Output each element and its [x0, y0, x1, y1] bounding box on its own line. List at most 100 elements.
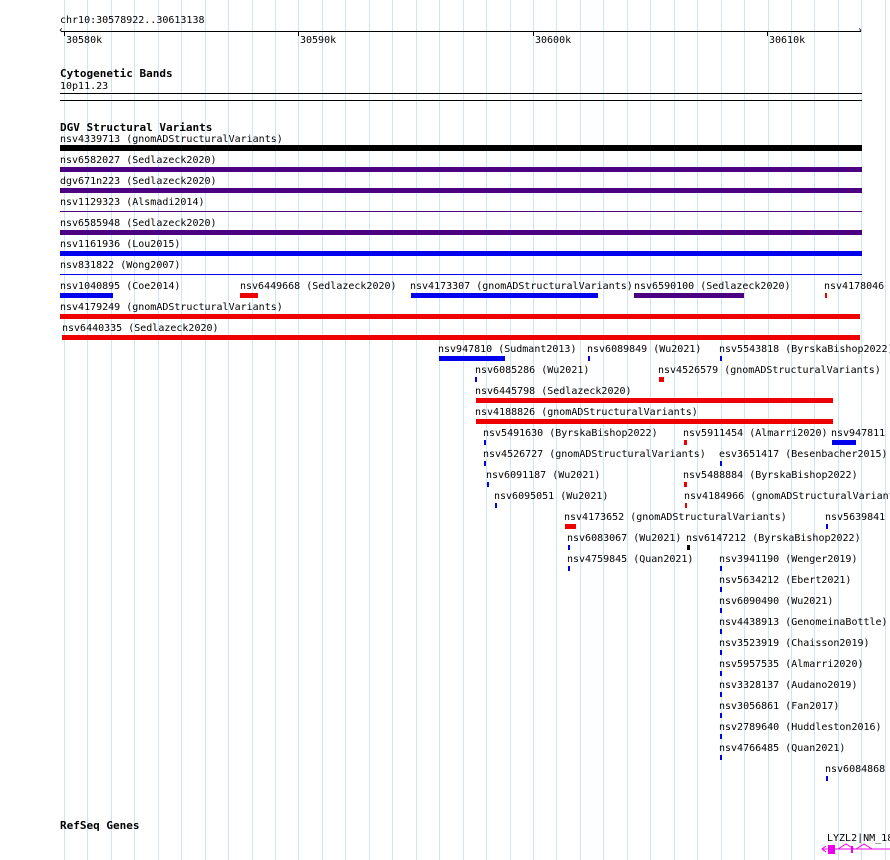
dgv-feature-label[interactable]: nsv5491630 (ByrskaBishop2022): [483, 428, 658, 439]
dgv-feature-glyph[interactable]: [720, 566, 722, 571]
dgv-feature-label[interactable]: nsv1161936 (Lou2015): [60, 239, 180, 250]
dgv-feature-glyph[interactable]: [60, 251, 862, 256]
dgv-feature-label[interactable]: nsv4179249 (gnomADStructuralVariants): [60, 302, 283, 313]
dgv-feature-label[interactable]: nsv1040895 (Coe2014): [60, 281, 180, 292]
dgv-feature-glyph[interactable]: [720, 692, 722, 697]
dgv-feature-glyph[interactable]: [565, 524, 576, 529]
dgv-feature-label[interactable]: nsv5639841: [825, 512, 885, 523]
dgv-feature-glyph[interactable]: [60, 145, 862, 151]
dgv-feature-glyph[interactable]: [659, 377, 664, 382]
dgv-feature-label[interactable]: nsv6085286 (Wu2021): [475, 365, 589, 376]
dgv-feature-label[interactable]: nsv4173652 (gnomADStructuralVariants): [564, 512, 787, 523]
dgv-feature-glyph[interactable]: [411, 293, 598, 298]
dgv-feature-label[interactable]: nsv4188826 (gnomADStructuralVariants): [475, 407, 698, 418]
dgv-feature-glyph[interactable]: [62, 335, 860, 340]
refseq-track-title[interactable]: RefSeq Genes: [60, 820, 139, 832]
dgv-feature-glyph[interactable]: [60, 230, 862, 235]
dgv-feature-label[interactable]: nsv6084868: [825, 764, 885, 775]
dgv-track-title[interactable]: DGV Structural Variants: [60, 122, 212, 134]
dgv-feature-glyph[interactable]: [720, 734, 722, 739]
dgv-feature-label[interactable]: nsv4178046: [824, 281, 884, 292]
dgv-feature-label[interactable]: nsv4173307 (gnomADStructuralVariants): [410, 281, 633, 292]
dgv-feature-label[interactable]: nsv947810 (Sudmant2013): [438, 344, 576, 355]
dgv-feature-label[interactable]: nsv6449668 (Sedlazeck2020): [240, 281, 397, 292]
dgv-feature-label[interactable]: dgv671n223 (Sedlazeck2020): [60, 176, 217, 187]
dgv-feature-glyph[interactable]: [495, 503, 497, 508]
dgv-feature-glyph[interactable]: [687, 545, 690, 550]
dgv-feature-label[interactable]: nsv2789640 (Huddleston2016): [719, 722, 882, 733]
dgv-feature-label[interactable]: nsv5957535 (Almarri2020): [719, 659, 864, 670]
dgv-feature-glyph[interactable]: [720, 461, 722, 466]
dgv-feature-glyph[interactable]: [720, 587, 722, 592]
dgv-feature-label[interactable]: nsv6089849 (Wu2021): [587, 344, 701, 355]
dgv-feature-label[interactable]: nsv6083067 (Wu2021): [567, 533, 681, 544]
dgv-feature-glyph[interactable]: [684, 482, 687, 487]
dgv-feature-label[interactable]: nsv4766485 (Quan2021): [719, 743, 845, 754]
dgv-feature-label[interactable]: nsv3328137 (Audano2019): [719, 680, 857, 691]
dgv-feature-label[interactable]: nsv4526727 (gnomADStructuralVariants): [483, 449, 706, 460]
dgv-feature-label[interactable]: nsv6090490 (Wu2021): [719, 596, 833, 607]
grid-line: [369, 0, 370, 860]
dgv-feature-glyph[interactable]: [826, 524, 828, 529]
dgv-feature-glyph[interactable]: [826, 776, 828, 781]
dgv-feature-glyph[interactable]: [720, 755, 722, 760]
dgv-feature-glyph[interactable]: [60, 293, 113, 298]
dgv-feature-glyph[interactable]: [60, 211, 862, 212]
dgv-feature-glyph[interactable]: [720, 713, 722, 718]
cytoband-bottom-border[interactable]: [60, 100, 862, 101]
dgv-feature-label[interactable]: nsv4438913 (GenomeinaBottle): [719, 617, 888, 628]
dgv-feature-label[interactable]: nsv5911454 (Almarri2020): [683, 428, 828, 439]
dgv-feature-label[interactable]: nsv3523919 (Chaisson2019): [719, 638, 870, 649]
dgv-feature-label[interactable]: nsv831822 (Wong2007): [60, 260, 180, 271]
dgv-feature-glyph[interactable]: [568, 566, 570, 571]
dgv-feature-label[interactable]: esv3651417 (Besenbacher2015): [719, 449, 888, 460]
cytoband-track-title[interactable]: Cytogenetic Bands: [60, 68, 173, 80]
dgv-feature-label[interactable]: nsv4339713 (gnomADStructuralVariants): [60, 134, 283, 145]
dgv-feature-glyph[interactable]: [685, 503, 687, 508]
ruler-right-arrow-icon[interactable]: ›: [857, 26, 863, 36]
dgv-feature-label[interactable]: nsv3941190 (Wenger2019): [719, 554, 857, 565]
dgv-feature-glyph[interactable]: [240, 293, 258, 298]
dgv-feature-label[interactable]: nsv947811: [831, 428, 885, 439]
dgv-feature-glyph[interactable]: [720, 650, 722, 655]
dgv-feature-glyph[interactable]: [684, 440, 687, 445]
dgv-feature-glyph[interactable]: [60, 274, 862, 275]
dgv-feature-glyph[interactable]: [634, 293, 744, 298]
dgv-feature-glyph[interactable]: [60, 188, 862, 193]
dgv-feature-label[interactable]: nsv6585948 (Sedlazeck2020): [60, 218, 217, 229]
dgv-feature-label[interactable]: nsv4184966 (gnomADStructuralVariants): [684, 491, 890, 502]
dgv-feature-glyph[interactable]: [832, 440, 856, 445]
dgv-feature-glyph[interactable]: [720, 671, 722, 676]
dgv-feature-label[interactable]: nsv1129323 (Alsmadi2014): [60, 197, 205, 208]
dgv-feature-glyph[interactable]: [476, 398, 833, 403]
dgv-feature-label[interactable]: nsv6091187 (Wu2021): [486, 470, 600, 481]
dgv-feature-label[interactable]: nsv5543818 (ByrskaBishop2022): [719, 344, 890, 355]
dgv-feature-label[interactable]: nsv6147212 (ByrskaBishop2022): [686, 533, 861, 544]
dgv-feature-glyph[interactable]: [475, 377, 477, 382]
dgv-feature-glyph[interactable]: [720, 356, 722, 361]
gene-model-lyzl2[interactable]: [820, 842, 890, 856]
dgv-feature-glyph[interactable]: [588, 356, 590, 361]
dgv-feature-glyph[interactable]: [476, 419, 833, 424]
dgv-feature-label[interactable]: nsv3056861 (Fan2017): [719, 701, 839, 712]
dgv-feature-glyph[interactable]: [568, 545, 570, 550]
dgv-feature-label[interactable]: nsv6440335 (Sedlazeck2020): [62, 323, 219, 334]
dgv-feature-label[interactable]: nsv5488884 (ByrskaBishop2022): [683, 470, 858, 481]
dgv-feature-label[interactable]: nsv6590100 (Sedlazeck2020): [634, 281, 791, 292]
dgv-feature-glyph[interactable]: [484, 461, 486, 466]
dgv-feature-glyph[interactable]: [487, 482, 489, 487]
dgv-feature-glyph[interactable]: [720, 608, 722, 613]
grid-line: [463, 0, 464, 860]
dgv-feature-label[interactable]: nsv6445798 (Sedlazeck2020): [475, 386, 632, 397]
dgv-feature-label[interactable]: nsv6582027 (Sedlazeck2020): [60, 155, 217, 166]
dgv-feature-label[interactable]: nsv6095051 (Wu2021): [494, 491, 608, 502]
dgv-feature-glyph[interactable]: [60, 314, 860, 319]
dgv-feature-glyph[interactable]: [60, 167, 862, 172]
dgv-feature-glyph[interactable]: [825, 293, 827, 298]
dgv-feature-glyph[interactable]: [484, 440, 486, 445]
dgv-feature-label[interactable]: nsv4526579 (gnomADStructuralVariants): [658, 365, 881, 376]
dgv-feature-label[interactable]: nsv4759845 (Quan2021): [567, 554, 693, 565]
dgv-feature-label[interactable]: nsv5634212 (Ebert2021): [719, 575, 851, 586]
dgv-feature-glyph[interactable]: [720, 629, 722, 634]
dgv-feature-glyph[interactable]: [439, 356, 505, 361]
